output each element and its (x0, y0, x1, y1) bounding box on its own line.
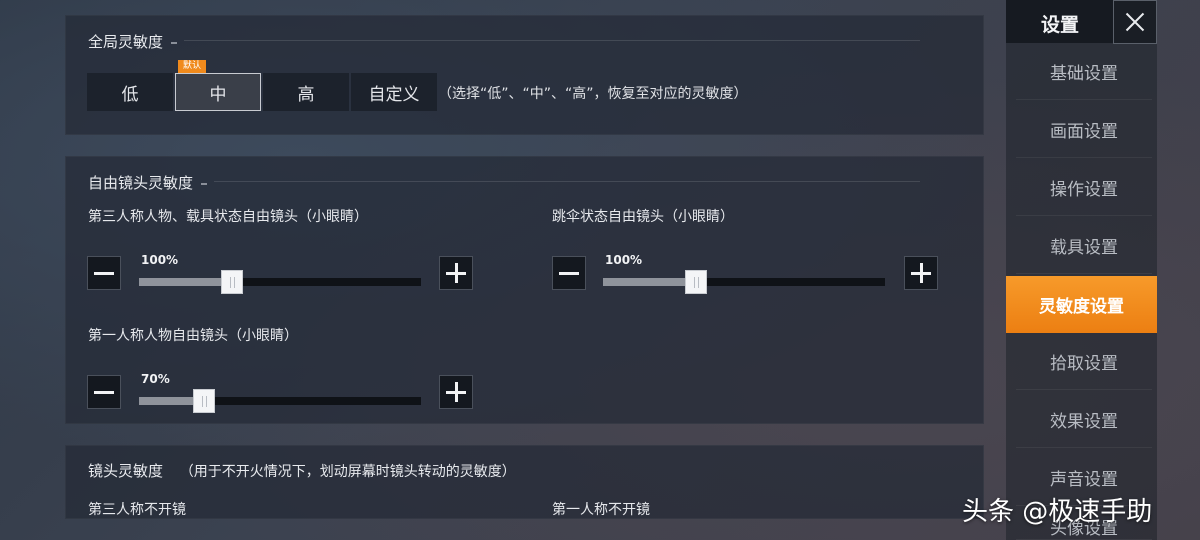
preset-hint: （选择“低”、“中”、“高”，恢复至对应的灵敏度） (438, 86, 748, 102)
minus-button[interactable] (87, 256, 121, 290)
minus-button[interactable] (87, 375, 121, 409)
menu-item-controls[interactable]: 操作设置 (1016, 160, 1152, 216)
global-sensitivity-title: 全局灵敏度 (88, 31, 178, 52)
plus-button[interactable] (439, 375, 473, 409)
preset-button-group: 低 默认 中 高 自定义 (87, 60, 437, 111)
default-badge: 默认 (178, 60, 207, 73)
slider-label: 第一人称人物自由镜头（小眼睛） (88, 328, 298, 344)
slider-thumb[interactable] (685, 270, 708, 294)
global-sensitivity-panel: 全局灵敏度 低 默认 中 高 自定义 （选择“低”、“中”、“高”，恢复至对应的… (65, 15, 984, 135)
preset-custom-button[interactable]: 自定义 (351, 73, 437, 111)
slider-fill (603, 278, 697, 286)
menu-item-effects[interactable]: 效果设置 (1016, 392, 1152, 448)
minus-icon (559, 271, 579, 275)
preset-high-button[interactable]: 高 (263, 73, 349, 111)
preset-medium-button[interactable]: 默认 中 (175, 60, 261, 111)
slider-thumb[interactable] (221, 270, 244, 294)
free-look-panel: 自由镜头灵敏度 第三人称人物、载具状态自由镜头（小眼睛） 100% 跳伞状态自由… (65, 156, 984, 424)
watermark: 头条 @极速手助 (962, 497, 1153, 527)
slider-label: 跳伞状态自由镜头（小眼睛） (552, 209, 734, 225)
camera-sensitivity-subtitle: （用于不开火情况下，划动屏幕时镜头转动的灵敏度） (179, 464, 516, 480)
slider-value: 100% (141, 253, 179, 267)
slider-track[interactable] (139, 389, 421, 413)
camera-sensitivity-panel: 镜头灵敏度 （用于不开火情况下，划动屏幕时镜头转动的灵敏度） 第三人称不开镜 第… (65, 445, 984, 519)
slider-thumb[interactable] (192, 389, 215, 413)
menu-item-graphics[interactable]: 画面设置 (1016, 102, 1152, 158)
slider-track[interactable] (139, 270, 421, 294)
slider-track[interactable] (603, 270, 885, 294)
menu-item-pickup[interactable]: 拾取设置 (1016, 334, 1152, 390)
free-look-title: 自由镜头灵敏度 (88, 172, 208, 193)
slider-fill (139, 278, 233, 286)
menu-item-sensitivity[interactable]: 灵敏度设置 (1006, 276, 1157, 333)
settings-title: 设置 (1041, 14, 1080, 36)
first-person-no-scope-label: 第一人称不开镜 (552, 502, 650, 518)
slider-value: 70% (141, 372, 170, 386)
third-person-no-scope-label: 第三人称不开镜 (88, 502, 186, 518)
menu-item-basic[interactable]: 基础设置 (1016, 44, 1152, 100)
minus-icon (94, 271, 114, 275)
title-divider (214, 181, 920, 182)
slider-label: 第三人称人物、载具状态自由镜头（小眼睛） (88, 209, 368, 225)
preset-low-button[interactable]: 低 (87, 73, 173, 111)
menu-item-vehicle[interactable]: 载具设置 (1016, 218, 1152, 274)
camera-sensitivity-title: 镜头灵敏度 （用于不开火情况下，划动屏幕时镜头转动的灵敏度） (88, 462, 516, 480)
minus-icon (94, 390, 114, 394)
plus-button[interactable] (439, 256, 473, 290)
title-divider (184, 40, 920, 41)
minus-button[interactable] (552, 256, 586, 290)
close-button[interactable] (1113, 0, 1157, 44)
plus-button[interactable] (904, 256, 938, 290)
slider-value: 100% (605, 253, 643, 267)
